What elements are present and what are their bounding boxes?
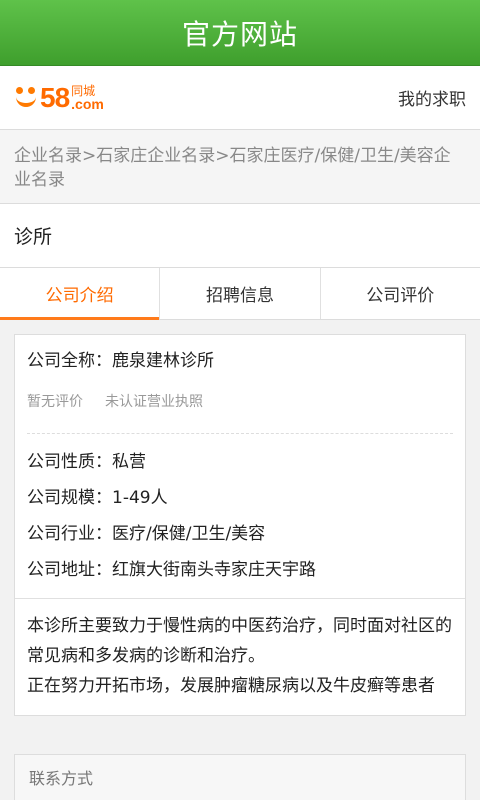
tab-company-intro[interactable]: 公司介绍 bbox=[0, 268, 161, 320]
license-status-tag: 未认证营业执照 bbox=[105, 394, 203, 410]
dashed-divider bbox=[27, 433, 453, 434]
company-description: 本诊所主要致力于慢性病的中医药治疗，同时面对社区的常见病和多发病的诊断和治疗。 … bbox=[27, 599, 453, 715]
tab-job-listings[interactable]: 招聘信息 bbox=[160, 268, 321, 319]
company-nature: 公司性质：私营 bbox=[27, 452, 146, 472]
breadcrumb[interactable]: 企业名录>石家庄企业名录>石家庄医疗/保健/卫生/美容企业名录 bbox=[0, 130, 480, 204]
site-header: 58 同城 .com 我的求职 bbox=[0, 66, 480, 130]
tab-bar: 公司介绍 招聘信息 公司评价 bbox=[0, 268, 480, 320]
logo-cn-text: 同城 bbox=[71, 83, 96, 98]
58-logo[interactable]: 58 同城 .com bbox=[14, 82, 104, 114]
review-status-tag: 暂无评价 bbox=[27, 394, 83, 410]
company-size: 公司规模：1-49人 bbox=[27, 488, 168, 508]
description-paragraph-2: 正在努力开拓市场，发展肿瘤糖尿病以及牛皮癣等患者 bbox=[27, 676, 435, 696]
my-job-search-link[interactable]: 我的求职 bbox=[398, 85, 466, 110]
company-address: 公司地址：红旗大街南头寺家庄天宇路 bbox=[27, 560, 316, 580]
contact-section: 联系方式 bbox=[14, 754, 466, 800]
description-paragraph-1: 本诊所主要致力于慢性病的中医药治疗，同时面对社区的常见病和多发病的诊断和治疗。 bbox=[27, 616, 452, 666]
contact-label: 联系方式 bbox=[29, 769, 94, 788]
company-industry: 公司行业：医疗/保健/卫生/美容 bbox=[27, 524, 266, 544]
company-full-name: 公司全称：鹿泉建林诊所 bbox=[27, 351, 214, 371]
company-tags: 暂无评价 未认证营业执照 bbox=[27, 391, 453, 421]
logo-number: 58 bbox=[40, 81, 70, 113]
title-bar: 官方网站 bbox=[0, 0, 480, 66]
company-info-card: 公司全称：鹿泉建林诊所 暂无评价 未认证营业执照 公司性质：私营 公司规模：1-… bbox=[14, 334, 466, 716]
tab-company-reviews[interactable]: 公司评价 bbox=[321, 268, 480, 319]
company-name: 诊所 bbox=[0, 204, 480, 268]
smiley-logo-icon bbox=[14, 86, 38, 110]
logo-com-text: .com bbox=[71, 95, 104, 112]
page-title: 官方网站 bbox=[181, 17, 298, 51]
